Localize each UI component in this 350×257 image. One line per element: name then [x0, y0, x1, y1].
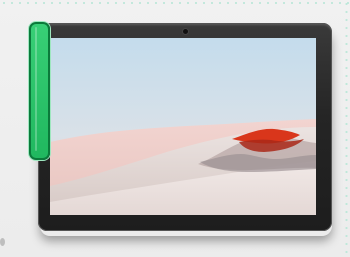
dotted-border-top [0, 0, 350, 6]
tablet-screen [50, 38, 316, 215]
cursor-indicator [0, 238, 5, 246]
left-edge-selection[interactable] [29, 22, 50, 160]
desert-wallpaper [50, 38, 316, 215]
camera-icon [183, 29, 188, 34]
canvas [0, 0, 350, 257]
dotted-border-right [343, 0, 350, 257]
